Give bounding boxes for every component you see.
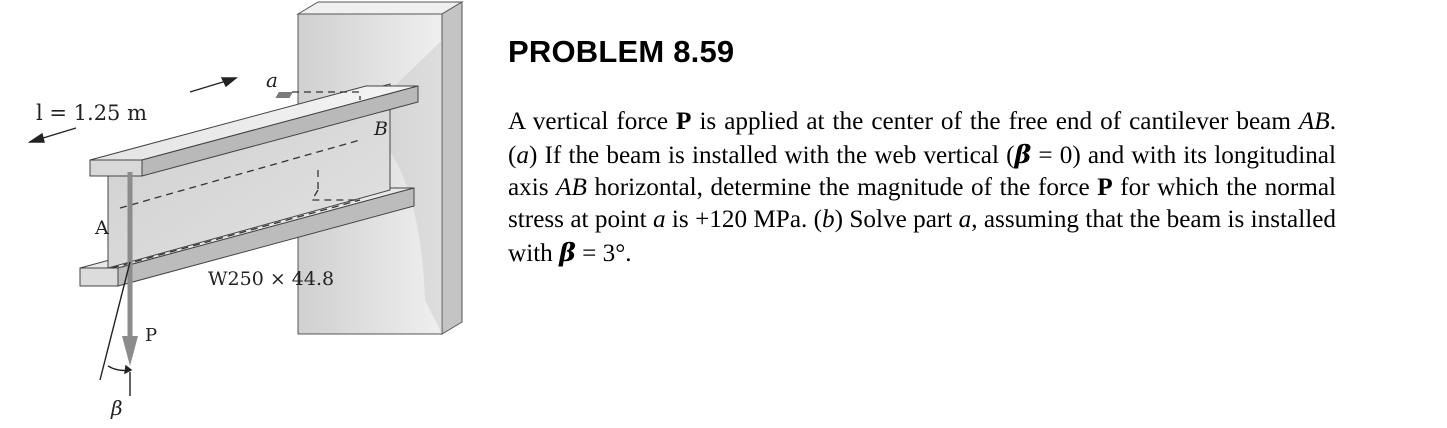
point-a-label: a [266,68,278,92]
problem-title: PROBLEM 8.59 [508,34,735,69]
part-b-label: b [822,206,835,233]
force-symbol: P [1097,174,1113,201]
beta-symbol: β [559,237,576,267]
point-B-label: B [373,118,388,140]
force-label: P [145,325,157,346]
statement-text: is +120 MPa. ( [665,206,823,233]
statement-text: is applied at the center of the free end… [691,108,1299,135]
length-label: l = 1.25 m [36,101,147,125]
force-symbol: P [676,108,692,135]
angle-label: β [110,396,123,420]
statement-text: ) If the beam is installed with the web … [528,142,1015,169]
problem-statement: A vertical force P is applied at the cen… [508,106,1336,270]
beta-symbol: β [1014,139,1032,169]
beam-label: AB [1298,108,1330,135]
point-a-marker [275,92,293,98]
statement-text: A vertical force [508,108,677,135]
statement-text: ) Solve part [834,206,959,233]
section-label: W250 × 44.8 [208,268,334,290]
point-label: a [652,206,666,233]
point-A-label: A [94,217,109,239]
beam-figure: l = 1.25 m a B A W250 × 44.8 P β [27,1,464,420]
part-ref-label: a [958,206,972,233]
part-a-label: a [516,142,529,169]
axis-label: AB [556,174,587,201]
statement-text: horizontal, determine the magnitude of t… [586,174,1098,201]
statement-text: = 3°. [575,240,632,267]
